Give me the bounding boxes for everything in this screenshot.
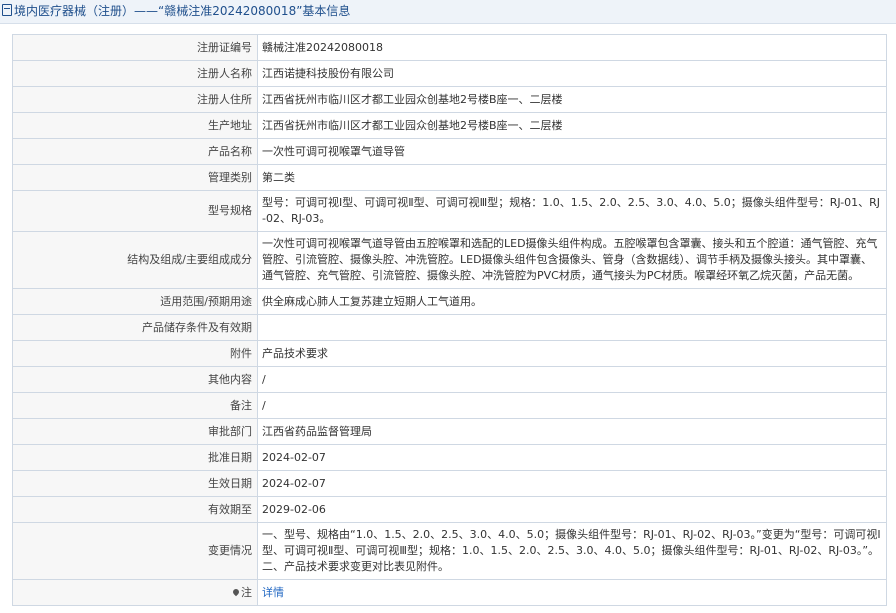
field-label-registration-number: 注册证编号 xyxy=(12,34,258,61)
table-row: 产品名称 一次性可调可视喉罩气道导管 xyxy=(12,138,887,165)
table-row: 型号规格 型号：可调可视Ⅰ型、可调可视Ⅱ型、可调可视Ⅲ型；规格：1.0、1.5、… xyxy=(12,190,887,232)
pin-icon xyxy=(231,587,241,596)
field-value-change-history: 一、型号、规格由“1.0、1.5、2.0、2.5、3.0、4.0、5.0；摄像头… xyxy=(257,522,887,580)
field-label-approval-department: 审批部门 xyxy=(12,418,258,445)
field-value-remarks: / xyxy=(257,392,887,419)
info-table-container: 注册证编号 赣械注准20242080018 注册人名称 江西诺捷科技股份有限公司… xyxy=(12,34,887,606)
field-value-intended-use: 供全麻成心肺人工复苏建立短期人工气道用。 xyxy=(257,288,887,315)
field-label-note: 注 xyxy=(12,579,258,606)
field-value-note: 详情 xyxy=(257,579,887,606)
field-label-model-spec: 型号规格 xyxy=(12,190,258,232)
table-row: 备注 / xyxy=(12,392,887,419)
field-label-storage-validity: 产品储存条件及有效期 xyxy=(12,314,258,341)
field-label-other-content: 其他内容 xyxy=(12,366,258,393)
field-label-registrant-name: 注册人名称 xyxy=(12,60,258,87)
field-value-other-content: / xyxy=(257,366,887,393)
field-label-product-name: 产品名称 xyxy=(12,138,258,165)
field-value-product-name: 一次性可调可视喉罩气道导管 xyxy=(257,138,887,165)
field-value-registrant-address: 江西省抚州市临川区才都工业园众创基地2号楼B座一、二层楼 xyxy=(257,86,887,113)
table-row: 批准日期 2024-02-07 xyxy=(12,444,887,471)
table-row: 注册证编号 赣械注准20242080018 xyxy=(12,34,887,61)
table-row: 有效期至 2029-02-06 xyxy=(12,496,887,523)
field-value-production-address: 江西省抚州市临川区才都工业园众创基地2号楼B座一、二层楼 xyxy=(257,112,887,139)
table-row: 注 详情 xyxy=(12,579,887,606)
info-table: 注册证编号 赣械注准20242080018 注册人名称 江西诺捷科技股份有限公司… xyxy=(12,34,887,606)
field-value-approval-date: 2024-02-07 xyxy=(257,444,887,471)
table-row: 附件 产品技术要求 xyxy=(12,340,887,367)
field-value-expiry-date: 2029-02-06 xyxy=(257,496,887,523)
detail-link[interactable]: 详情 xyxy=(262,586,284,599)
table-row: 其他内容 / xyxy=(12,366,887,393)
field-label-intended-use: 适用范围/预期用途 xyxy=(12,288,258,315)
table-row: 注册人名称 江西诺捷科技股份有限公司 xyxy=(12,60,887,87)
field-label-attachment: 附件 xyxy=(12,340,258,367)
field-label-structure-composition: 结构及组成/主要组成成分 xyxy=(12,231,258,289)
table-row: 管理类别 第二类 xyxy=(12,164,887,191)
field-value-management-category: 第二类 xyxy=(257,164,887,191)
field-label-expiry-date: 有效期至 xyxy=(12,496,258,523)
table-row: 结构及组成/主要组成成分 一次性可调可视喉罩气道导管由五腔喉罩和选配的LED摄像… xyxy=(12,231,887,289)
field-label-approval-date: 批准日期 xyxy=(12,444,258,471)
field-value-attachment: 产品技术要求 xyxy=(257,340,887,367)
field-value-effective-date: 2024-02-07 xyxy=(257,470,887,497)
field-label-effective-date: 生效日期 xyxy=(12,470,258,497)
field-label-registrant-address: 注册人住所 xyxy=(12,86,258,113)
field-value-structure-composition: 一次性可调可视喉罩气道导管由五腔喉罩和选配的LED摄像头组件构成。五腔喉罩包含罩… xyxy=(257,231,887,289)
field-label-production-address: 生产地址 xyxy=(12,112,258,139)
table-row: 审批部门 江西省药品监督管理局 xyxy=(12,418,887,445)
field-value-model-spec: 型号：可调可视Ⅰ型、可调可视Ⅱ型、可调可视Ⅲ型；规格：1.0、1.5、2.0、2… xyxy=(257,190,887,232)
table-row: 变更情况 一、型号、规格由“1.0、1.5、2.0、2.5、3.0、4.0、5.… xyxy=(12,522,887,580)
field-value-approval-department: 江西省药品监督管理局 xyxy=(257,418,887,445)
table-row: 生产地址 江西省抚州市临川区才都工业园众创基地2号楼B座一、二层楼 xyxy=(12,112,887,139)
page-header: 境内医疗器械（注册）——“赣械注准20242080018”基本信息 xyxy=(0,0,896,24)
field-value-registrant-name: 江西诺捷科技股份有限公司 xyxy=(257,60,887,87)
note-label-text: 注 xyxy=(241,585,252,599)
field-label-remarks: 备注 xyxy=(12,392,258,419)
field-label-change-history: 变更情况 xyxy=(12,522,258,580)
table-row: 生效日期 2024-02-07 xyxy=(12,470,887,497)
field-label-management-category: 管理类别 xyxy=(12,164,258,191)
table-row: 产品储存条件及有效期 xyxy=(12,314,887,341)
table-row: 适用范围/预期用途 供全麻成心肺人工复苏建立短期人工气道用。 xyxy=(12,288,887,315)
document-icon xyxy=(2,4,12,16)
page-title: 境内医疗器械（注册）——“赣械注准20242080018”基本信息 xyxy=(14,4,351,18)
field-value-storage-validity xyxy=(257,314,887,341)
table-row: 注册人住所 江西省抚州市临川区才都工业园众创基地2号楼B座一、二层楼 xyxy=(12,86,887,113)
field-value-registration-number: 赣械注准20242080018 xyxy=(257,34,887,61)
